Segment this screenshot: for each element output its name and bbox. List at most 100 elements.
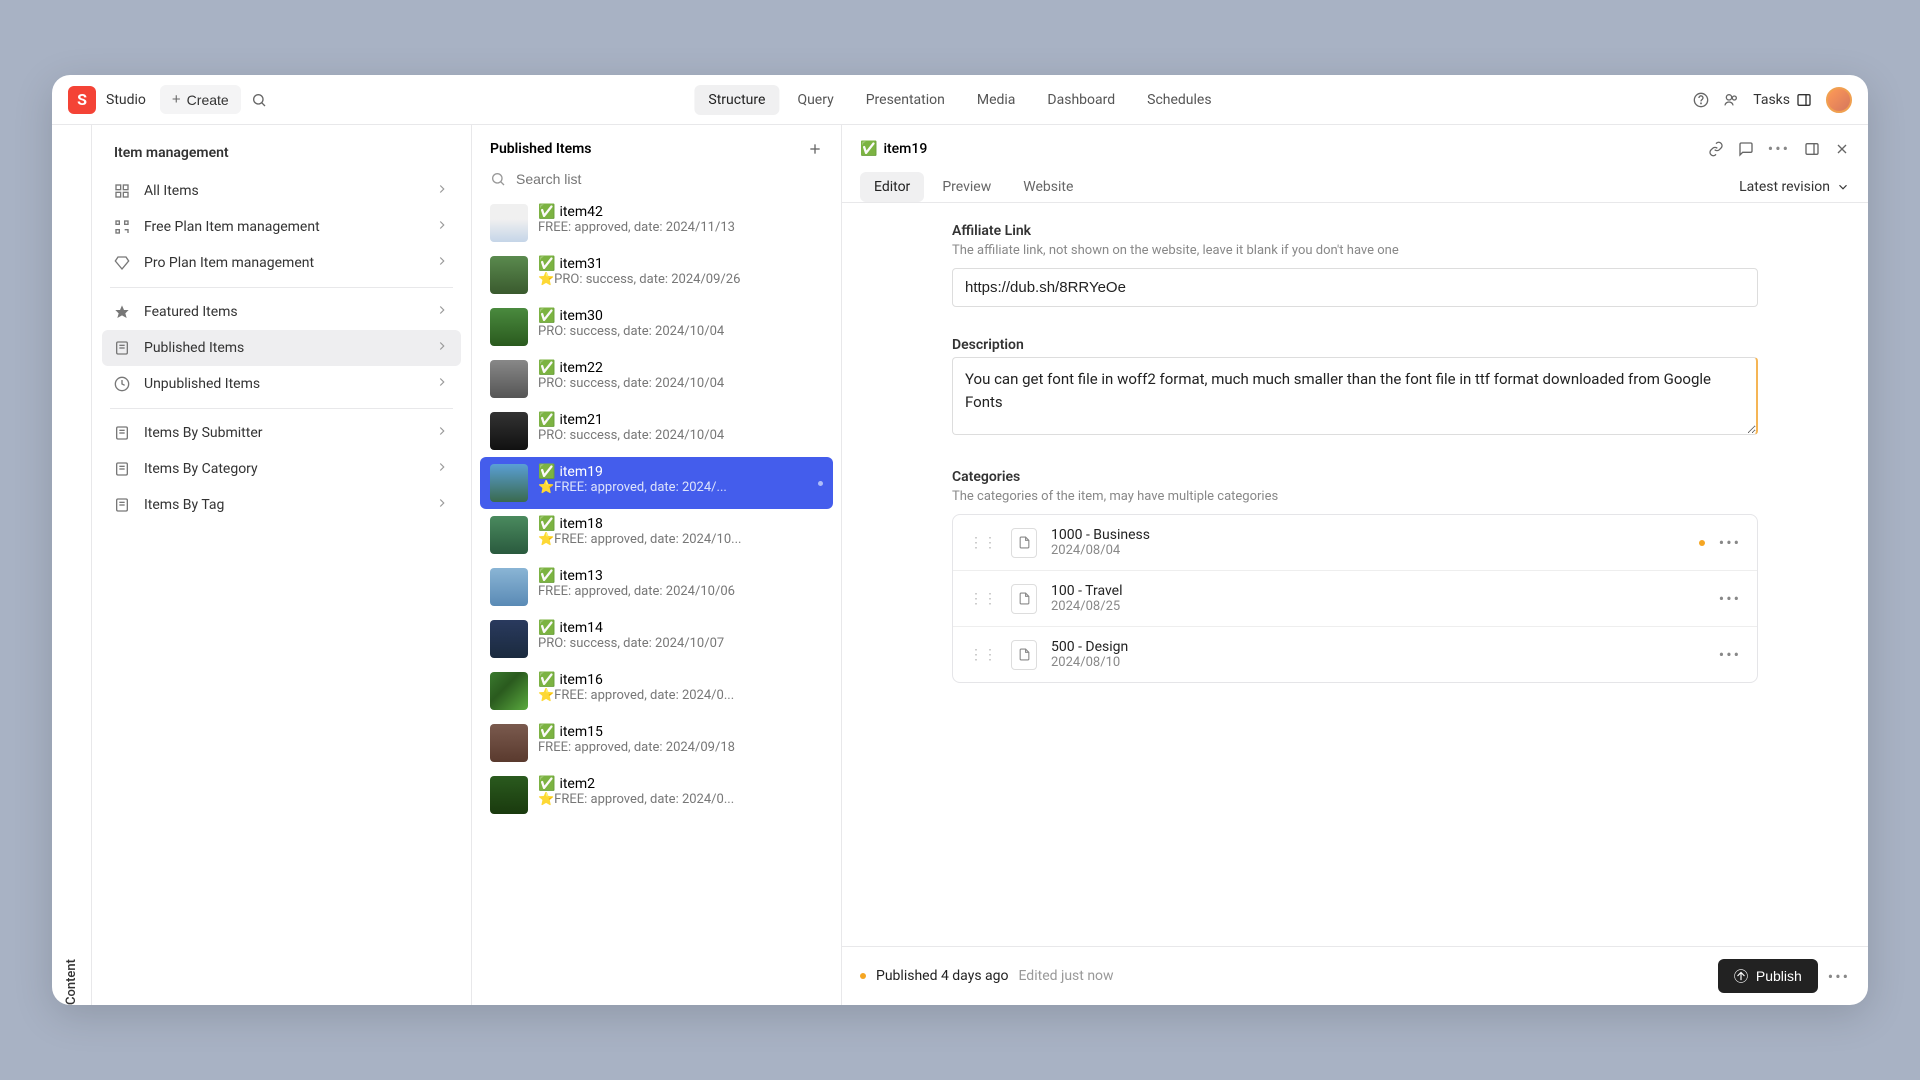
search-input[interactable]: [516, 171, 823, 187]
status-dot-icon: [860, 973, 866, 979]
list-item[interactable]: ✅item18 ⭐FREE: approved, date: 2024/10..…: [480, 509, 833, 561]
list-item[interactable]: ✅item15 FREE: approved, date: 2024/09/18: [480, 717, 833, 769]
nav-dashboard[interactable]: Dashboard: [1033, 85, 1129, 115]
list-item[interactable]: ✅item2 ⭐FREE: approved, date: 2024/0...: [480, 769, 833, 821]
help-icon[interactable]: [1693, 92, 1709, 108]
list-item[interactable]: ✅item30 PRO: success, date: 2024/10/04: [480, 301, 833, 353]
publish-button[interactable]: Publish: [1718, 959, 1818, 993]
tasks-label: Tasks: [1753, 92, 1790, 108]
more-icon[interactable]: •••: [1768, 139, 1790, 158]
search-icon: [490, 171, 506, 187]
item-title: item13: [559, 568, 602, 584]
sidebar-item-label: All Items: [144, 183, 199, 199]
drag-handle-icon[interactable]: ⋮⋮: [969, 647, 997, 663]
link-icon[interactable]: [1708, 139, 1724, 158]
description-input[interactable]: [952, 357, 1758, 435]
check-icon: ✅: [538, 360, 555, 376]
item-subtitle: ⭐PRO: success, date: 2024/09/26: [538, 272, 823, 287]
tasks-button[interactable]: Tasks: [1753, 92, 1812, 108]
search-icon[interactable]: [251, 92, 267, 108]
list-item[interactable]: ✅item22 PRO: success, date: 2024/10/04: [480, 353, 833, 405]
more-icon[interactable]: •••: [1719, 645, 1741, 664]
sidebar-item[interactable]: Free Plan Item management: [102, 209, 461, 245]
list-item[interactable]: ✅item42 FREE: approved, date: 2024/11/13: [480, 197, 833, 249]
sidebar-item[interactable]: All Items: [102, 173, 461, 209]
sidebar-item-label: Featured Items: [144, 304, 238, 320]
category-name: 500 - Design: [1051, 639, 1705, 655]
check-icon: ✅: [538, 568, 555, 584]
create-button[interactable]: Create: [160, 85, 241, 114]
users-icon[interactable]: [1723, 92, 1739, 108]
thumbnail: [490, 620, 528, 658]
chevron-right-icon: [435, 303, 449, 321]
item-subtitle: PRO: success, date: 2024/10/04: [538, 428, 823, 443]
more-icon[interactable]: •••: [1719, 589, 1741, 608]
footer-more-icon[interactable]: •••: [1828, 967, 1850, 986]
revision-dropdown[interactable]: Latest revision: [1739, 172, 1850, 202]
check-icon: ✅: [538, 776, 555, 792]
list-item[interactable]: ✅item19 ⭐FREE: approved, date: 2024/...: [480, 457, 833, 509]
sidebar-item[interactable]: Pro Plan Item management: [102, 245, 461, 281]
item-title: item18: [559, 516, 602, 532]
chevron-right-icon: [435, 496, 449, 514]
item-subtitle: ⭐FREE: approved, date: 2024/0...: [538, 688, 823, 703]
sidebar-item[interactable]: Items By Tag: [102, 487, 461, 523]
item-title: item15: [559, 724, 602, 740]
affiliate-input[interactable]: [952, 268, 1758, 307]
avatar[interactable]: [1826, 87, 1852, 113]
detail-footer: Published 4 days ago Edited just now Pub…: [842, 946, 1868, 1005]
studio-window: S Studio Create Structure Query Presenta…: [52, 75, 1868, 1005]
thumbnail: [490, 724, 528, 762]
category-row[interactable]: ⋮⋮ 500 - Design2024/08/10 •••: [953, 627, 1757, 682]
item-title: item21: [559, 412, 602, 428]
drag-handle-icon[interactable]: ⋮⋮: [969, 535, 997, 551]
nav-structure[interactable]: Structure: [694, 85, 779, 115]
nav-query[interactable]: Query: [783, 85, 847, 115]
thumbnail: [490, 308, 528, 346]
list-item[interactable]: ✅item21 PRO: success, date: 2024/10/04: [480, 405, 833, 457]
check-icon: ✅: [538, 620, 555, 636]
list-item[interactable]: ✅item14 PRO: success, date: 2024/10/07: [480, 613, 833, 665]
sidebar-item[interactable]: Featured Items: [102, 294, 461, 330]
panel-right-icon[interactable]: [1804, 139, 1820, 158]
sidebar-item[interactable]: Published Items: [102, 330, 461, 366]
more-icon[interactable]: •••: [1719, 533, 1741, 552]
nav-schedules[interactable]: Schedules: [1133, 85, 1225, 115]
category-row[interactable]: ⋮⋮ 100 - Travel2024/08/25 •••: [953, 571, 1757, 627]
detail-panel: ✅ item19 ••• Editor Preview Website: [842, 125, 1868, 1005]
item-subtitle: PRO: success, date: 2024/10/07: [538, 636, 823, 651]
nav-presentation[interactable]: Presentation: [852, 85, 959, 115]
panel-icon: [1796, 92, 1812, 108]
sidebar-item-label: Items By Category: [144, 461, 258, 477]
tab-editor[interactable]: Editor: [860, 172, 924, 202]
grid-icon: [114, 183, 132, 199]
item-title: item2: [559, 776, 595, 792]
sidebar-item[interactable]: Items By Submitter: [102, 415, 461, 451]
item-title: item30: [559, 308, 602, 324]
drag-handle-icon[interactable]: ⋮⋮: [969, 591, 997, 607]
list-item[interactable]: ✅item13 FREE: approved, date: 2024/10/06: [480, 561, 833, 613]
category-date: 2024/08/25: [1051, 599, 1705, 614]
editor-area: Affiliate Link The affiliate link, not s…: [842, 203, 1868, 946]
rail-content-label[interactable]: Content: [64, 145, 79, 1005]
tab-preview[interactable]: Preview: [928, 172, 1005, 202]
doc-icon: [114, 340, 132, 356]
sidebar-item-label: Pro Plan Item management: [144, 255, 314, 271]
check-icon: ✅: [538, 516, 555, 532]
list-item[interactable]: ✅item31 ⭐PRO: success, date: 2024/09/26: [480, 249, 833, 301]
item-subtitle: FREE: approved, date: 2024/10/06: [538, 584, 823, 599]
tab-website[interactable]: Website: [1009, 172, 1087, 202]
list-item[interactable]: ✅item16 ⭐FREE: approved, date: 2024/0...: [480, 665, 833, 717]
comment-icon[interactable]: [1738, 139, 1754, 158]
topbar: S Studio Create Structure Query Presenta…: [52, 75, 1868, 125]
sidebar-item-label: Items By Tag: [144, 497, 224, 513]
sidebar-item[interactable]: Unpublished Items: [102, 366, 461, 402]
category-row[interactable]: ⋮⋮ 1000 - Business2024/08/04 •••: [953, 515, 1757, 571]
sidebar-item[interactable]: Items By Category: [102, 451, 461, 487]
categories-label: Categories: [952, 469, 1758, 485]
close-icon[interactable]: [1834, 139, 1850, 158]
add-item-button[interactable]: [807, 141, 823, 157]
doc-icon: [114, 425, 132, 441]
chevron-right-icon: [435, 339, 449, 357]
nav-media[interactable]: Media: [963, 85, 1030, 115]
